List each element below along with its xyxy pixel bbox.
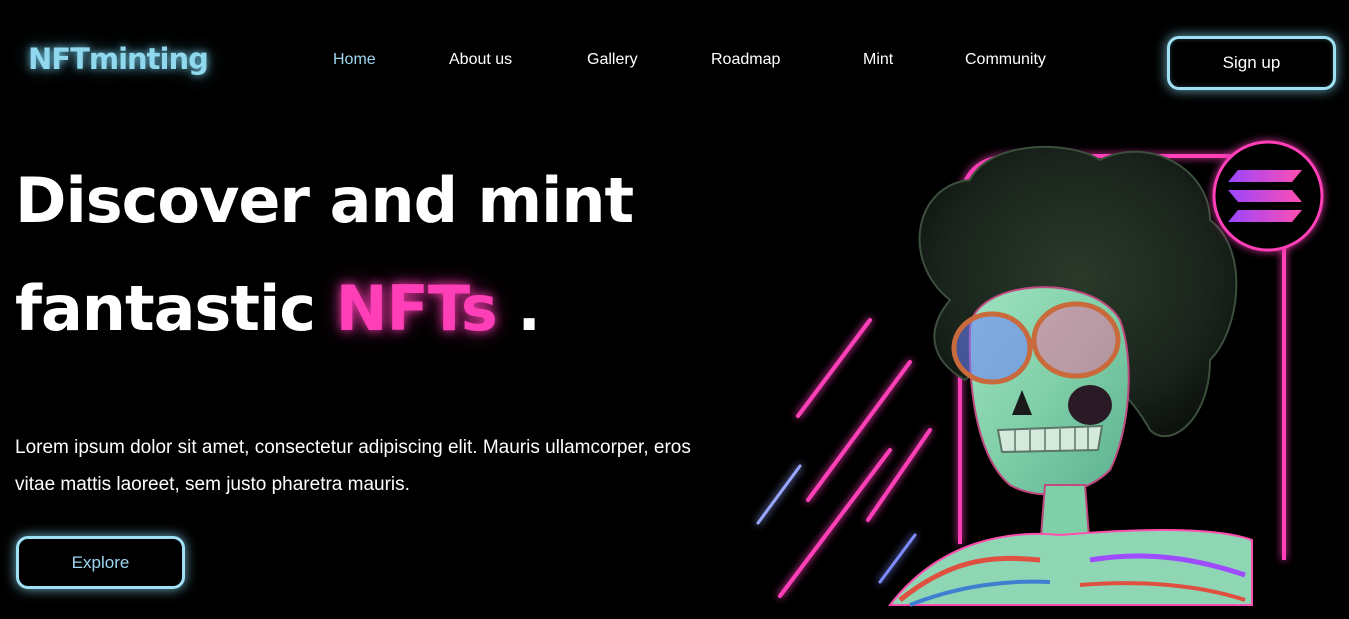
hero-title-line1: Discover and mint (15, 164, 634, 237)
hero-title-prefix: fantastic (15, 272, 316, 345)
explore-button[interactable]: Explore (16, 536, 185, 589)
skeleton-torso (887, 484, 1253, 607)
hero-description: Lorem ipsum dolor sit amet, consectetur … (15, 437, 691, 495)
nav-gallery[interactable]: Gallery (587, 51, 638, 69)
solana-logo-icon (1228, 170, 1302, 222)
nav-home[interactable]: Home (333, 51, 376, 69)
nav-mint[interactable]: Mint (863, 51, 893, 69)
hero-title-suffix: . (517, 272, 541, 345)
hero-illustration (756, 140, 1324, 607)
nav-roadmap[interactable]: Roadmap (711, 51, 780, 69)
speed-streaks (756, 318, 932, 598)
solana-badge (1212, 140, 1324, 252)
hero-title-highlight: NFTs (335, 272, 498, 345)
nav-about-us[interactable]: About us (449, 51, 512, 69)
brand-logo[interactable]: NFTminting (28, 42, 209, 76)
sign-up-button[interactable]: Sign up (1167, 36, 1336, 90)
hero-title-line2: fantastic NFTs . (15, 272, 541, 345)
nav-community[interactable]: Community (965, 51, 1046, 69)
